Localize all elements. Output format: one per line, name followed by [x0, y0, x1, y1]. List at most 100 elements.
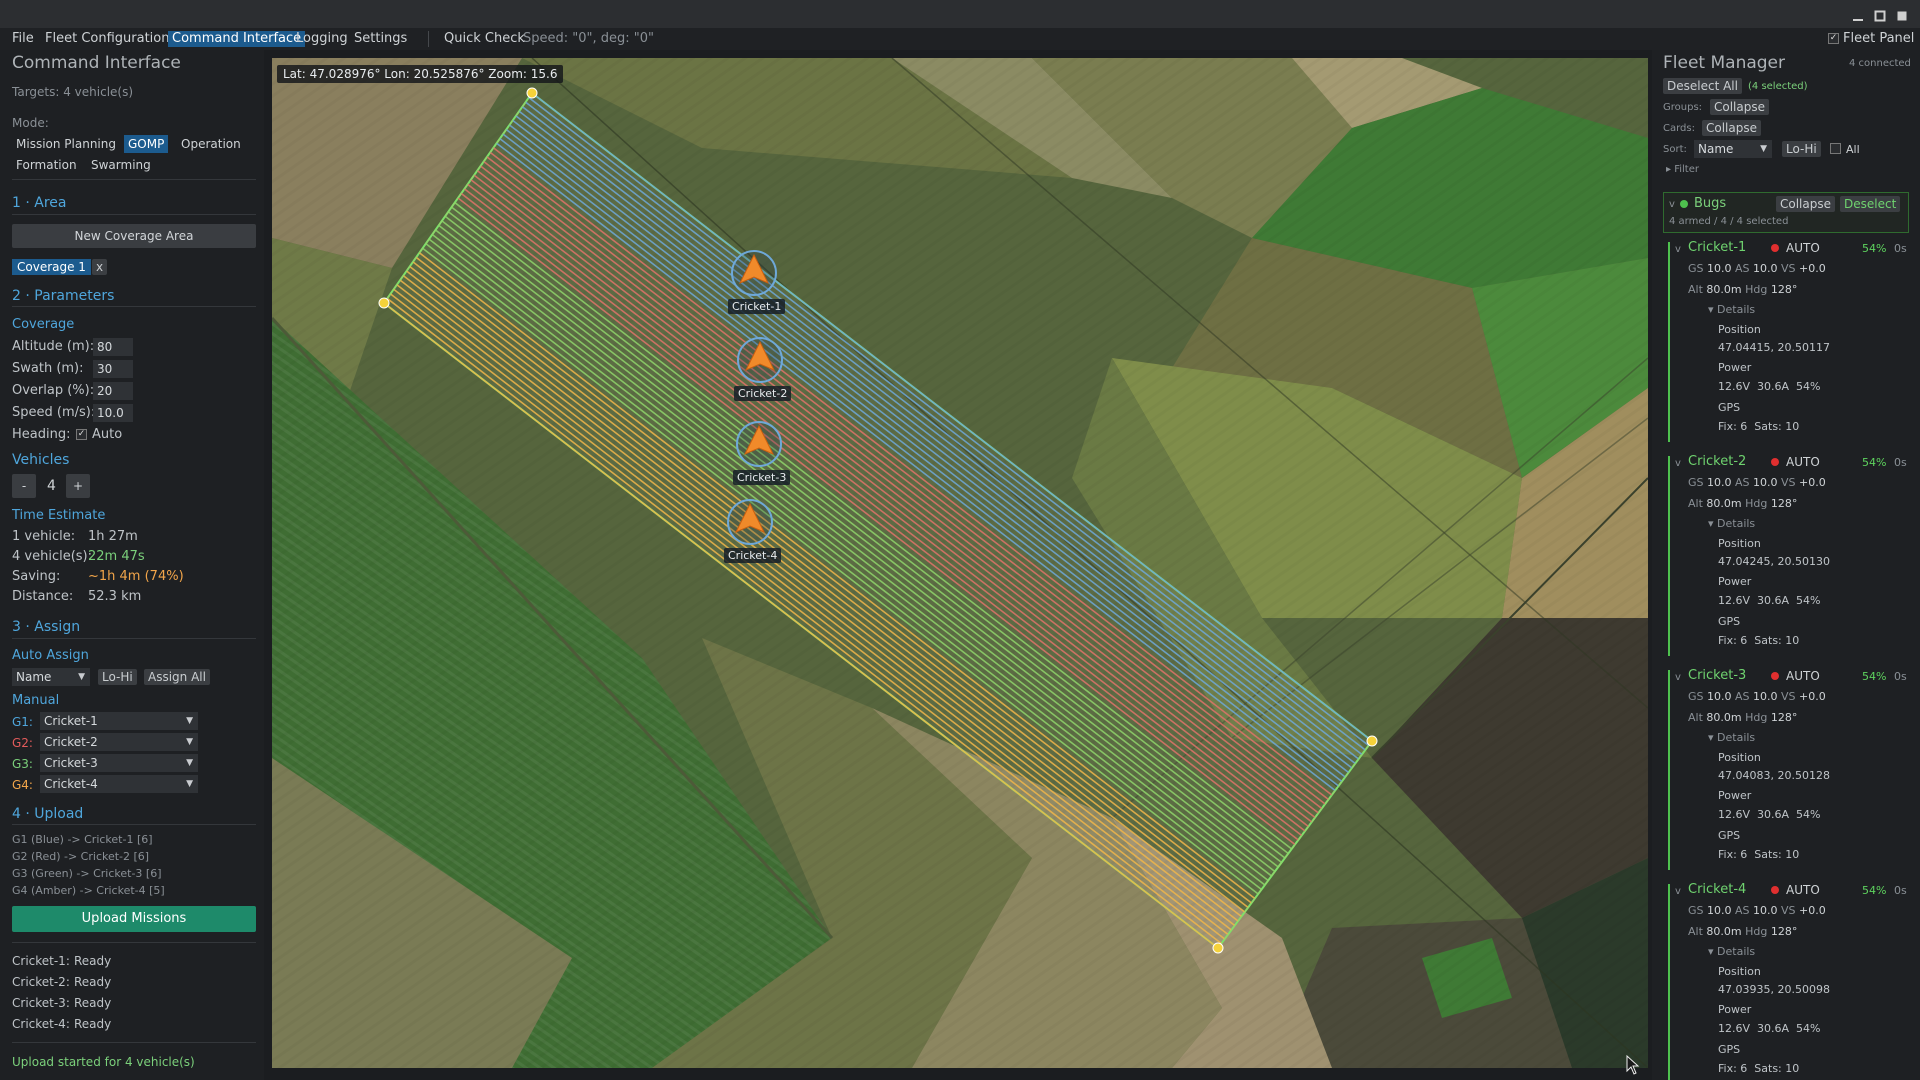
- vehicle-marker[interactable]: [736, 336, 784, 384]
- position-label: Position: [1718, 323, 1761, 336]
- gps-label: GPS: [1718, 1043, 1741, 1056]
- time-estimate-subheader: Time Estimate: [12, 508, 106, 523]
- flight-mode: AUTO: [1786, 883, 1820, 897]
- one-vehicle-time: 1h 27m: [88, 529, 138, 544]
- altitude-field[interactable]: 80: [93, 338, 133, 356]
- fleet-panel-checkbox[interactable]: ✓: [1828, 33, 1839, 44]
- maximize-icon[interactable]: [1874, 7, 1886, 22]
- cards-collapse-button[interactable]: Collapse: [1702, 120, 1761, 136]
- group-vehicle-select[interactable]: Cricket-4 ▼: [40, 775, 198, 793]
- vehicle-name[interactable]: Cricket-4: [1688, 882, 1746, 898]
- mode-mission-planning[interactable]: Mission Planning: [16, 136, 116, 152]
- telemetry-age: 0s: [1894, 884, 1907, 897]
- divider: [12, 1042, 256, 1043]
- vehicle-marker[interactable]: [726, 498, 774, 546]
- power-label: Power: [1718, 789, 1752, 802]
- quick-check-button[interactable]: Quick Check: [444, 31, 525, 47]
- group-deselect-button[interactable]: Deselect: [1840, 196, 1901, 212]
- polygon-vertex-handle: [526, 87, 538, 99]
- telemetry-row: GS 10.0 AS 10.0 VS +0.0: [1688, 903, 1826, 919]
- menu-logging[interactable]: Logging: [296, 31, 348, 47]
- polygon-vertex-handle: [378, 297, 390, 309]
- heading-auto-checkbox[interactable]: ✓: [76, 429, 87, 440]
- group-vehicle-select[interactable]: Cricket-2 ▼: [40, 733, 198, 751]
- vehicle-marker[interactable]: [730, 249, 778, 297]
- vehicle-increment-button[interactable]: +: [66, 474, 90, 498]
- vehicle-decrement-button[interactable]: -: [12, 474, 36, 498]
- coverage-remove-button[interactable]: x: [92, 259, 108, 275]
- mode-gomp[interactable]: GOMP: [124, 135, 169, 153]
- chevron-down-icon: ▼: [1760, 144, 1767, 154]
- vehicle-name[interactable]: Cricket-1: [1688, 240, 1746, 256]
- show-all-checkbox[interactable]: [1830, 143, 1841, 154]
- vehicle-marker[interactable]: [735, 420, 783, 468]
- fleet-lo-hi-button[interactable]: Lo-Hi: [1782, 141, 1821, 157]
- group-vehicle-select[interactable]: Cricket-3 ▼: [40, 754, 198, 772]
- battery-percent: 54%: [1862, 884, 1887, 897]
- fleet-manager-panel: Fleet Manager 4 connected Deselect All (…: [1652, 50, 1920, 1080]
- alt-value: 80.0m: [1706, 925, 1742, 938]
- fleet-sort-select[interactable]: Name ▼: [1694, 140, 1772, 158]
- vs-label: VS: [1781, 690, 1800, 703]
- speed-field[interactable]: 10.0: [93, 404, 133, 422]
- assign-all-button[interactable]: Assign All: [144, 669, 210, 685]
- mode-operation[interactable]: Operation: [181, 136, 241, 152]
- mode-swarming[interactable]: Swarming: [91, 157, 151, 173]
- targets-text: Targets: 4 vehicle(s): [12, 85, 134, 99]
- alt-label: Alt: [1688, 711, 1707, 724]
- alt-label: Alt: [1688, 925, 1707, 938]
- coverage-chip[interactable]: Coverage 1: [12, 259, 91, 275]
- card-chevron-icon[interactable]: v: [1675, 456, 1681, 472]
- map-view[interactable]: Lat: 47.028976° Lon: 20.525876° Zoom: 15…: [272, 58, 1648, 1068]
- gps-label: GPS: [1718, 401, 1741, 414]
- sort-value: Name: [16, 670, 52, 684]
- assign-section-header: 3 · Assign: [12, 619, 81, 635]
- vehicle-name[interactable]: Cricket-2: [1688, 454, 1746, 470]
- swath-label: Swath (m):: [12, 361, 84, 376]
- swath-field[interactable]: 30: [93, 360, 133, 378]
- groups-collapse-button[interactable]: Collapse: [1710, 99, 1769, 115]
- menu-settings[interactable]: Settings: [354, 31, 407, 47]
- details-toggle[interactable]: ▾ Details: [1708, 730, 1755, 746]
- vehicle-map-label: Cricket-2: [734, 386, 792, 401]
- filter-toggle[interactable]: ▸ Filter: [1666, 162, 1699, 178]
- menu-file[interactable]: File: [12, 31, 34, 47]
- deselect-all-button[interactable]: Deselect All: [1663, 78, 1742, 94]
- lo-hi-button[interactable]: Lo-Hi: [98, 669, 137, 685]
- one-vehicle-label: 1 vehicle:: [12, 529, 76, 544]
- details-toggle[interactable]: ▾ Details: [1708, 944, 1755, 960]
- card-chevron-icon[interactable]: v: [1675, 242, 1681, 258]
- menu-command-interface[interactable]: Command Interface: [168, 31, 306, 47]
- status-state: Ready: [74, 1017, 112, 1031]
- vehicle-map-label: Cricket-4: [724, 548, 782, 563]
- details-toggle[interactable]: ▾ Details: [1708, 516, 1755, 532]
- auto-assign-sort-select[interactable]: Name ▼: [12, 668, 90, 686]
- minimize-icon[interactable]: [1852, 7, 1864, 21]
- altitude-label: Altitude (m):: [12, 339, 95, 354]
- upload-missions-button[interactable]: Upload Missions: [12, 906, 256, 932]
- saving-label: Saving:: [12, 569, 61, 584]
- group-chevron-icon[interactable]: v: [1669, 197, 1675, 213]
- vehicle-name[interactable]: Cricket-3: [1688, 668, 1746, 684]
- group-collapse-button[interactable]: Collapse: [1776, 196, 1835, 212]
- command-panel: Command Interface Targets: 4 vehicle(s) …: [0, 50, 264, 1080]
- mode-formation[interactable]: Formation: [16, 157, 77, 173]
- group-vehicle-select[interactable]: Cricket-1 ▼: [40, 712, 198, 730]
- auto-assign-subheader: Auto Assign: [12, 648, 89, 663]
- details-label: Details: [1717, 303, 1756, 316]
- overlap-label: Overlap (%):: [12, 383, 95, 398]
- distance-value: 52.3 km: [88, 589, 142, 604]
- divider: [12, 824, 256, 825]
- sweep-line: [431, 233, 1269, 882]
- restore-icon[interactable]: [1896, 7, 1908, 21]
- details-toggle[interactable]: ▾ Details: [1708, 302, 1755, 318]
- chevron-down-icon: ▼: [186, 716, 193, 726]
- card-chevron-icon[interactable]: v: [1675, 884, 1681, 900]
- menu-fleet-configuration[interactable]: Fleet Configuration: [45, 31, 169, 47]
- speed-readout: Speed: "0", deg: "0": [523, 31, 655, 46]
- power-value: 12.6V 30.6A 54%: [1718, 1022, 1821, 1035]
- card-chevron-icon[interactable]: v: [1675, 670, 1681, 686]
- new-coverage-area-button[interactable]: New Coverage Area: [12, 224, 256, 248]
- overlap-field[interactable]: 20: [93, 382, 133, 400]
- coverage-overlay: [378, 87, 1378, 954]
